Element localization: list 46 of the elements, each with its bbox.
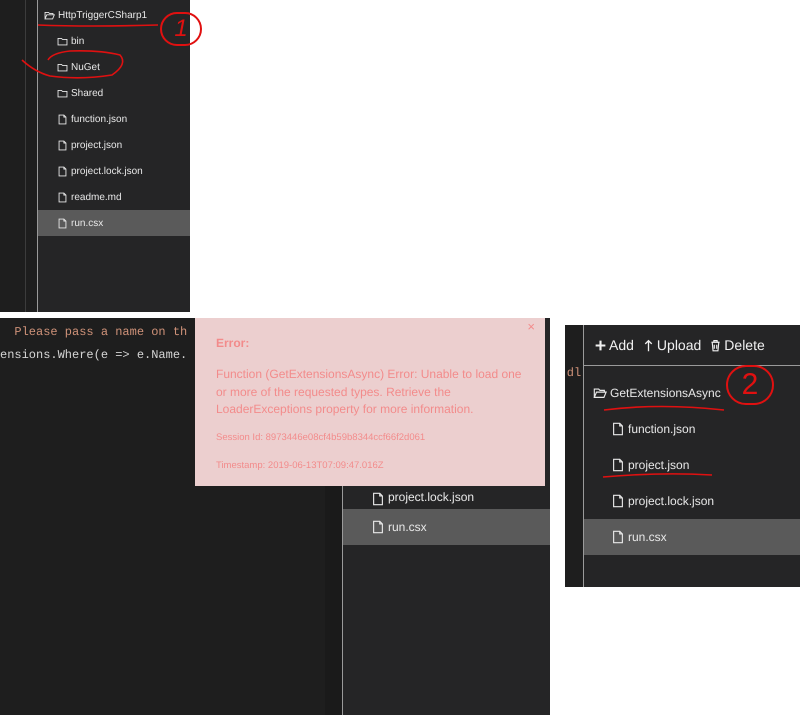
file-item[interactable]: function.json [38,106,132,132]
folder-icon [57,62,68,72]
session-id: Session Id: 8973446e08cf4b59b8344ccf66f2d061 [216,430,426,444]
file-icon [611,530,625,544]
open-folder-icon [593,386,607,400]
file-icon [371,492,385,506]
circled-number: 2 [726,365,774,405]
code-line: dl [566,365,582,382]
timestamp: Timestamp: 2019-06-13T07:09:47.016Z [216,458,385,473]
code-line: ensions.Where(e => e.Name. [0,347,188,364]
open-folder-icon [44,10,55,20]
toolbar-button[interactable]: Add [594,334,634,356]
file-item[interactable]: project.lock.json [584,483,718,519]
error-message: Function (GetExtensionsAsync) Error: Unable to load one or more of the requested types. Retrieve the LoaderExceptions property for more information. [216,366,522,418]
file-item[interactable]: project.json [584,447,694,483]
plus-icon [594,338,607,352]
toolbar-button[interactable]: Delete [709,334,765,356]
file-item[interactable]: run.csx [584,519,800,555]
file-icon [57,114,68,124]
folder-item[interactable]: GetExtensionsAsync [584,375,725,411]
file-item[interactable]: project.json [38,132,126,158]
file-icon [611,494,625,508]
code-line: Please pass a name on th [13,324,188,341]
folder-icon [57,36,68,46]
folder-item[interactable]: bin [38,28,88,54]
file-item[interactable]: run.csx [343,509,550,545]
trash-icon [709,338,722,352]
folder-item[interactable]: Shared [38,80,108,106]
file-item[interactable]: readme.md [38,184,126,210]
file-icon [57,166,68,176]
file-icon [611,458,625,472]
file-icon [57,218,68,228]
file-item[interactable]: project.lock.json [343,473,478,509]
toolbar-button[interactable]: Upload [642,334,702,356]
file-item[interactable]: run.csx [38,210,190,236]
folder-icon [57,88,68,98]
file-icon [57,140,68,150]
folder-item[interactable]: NuGet [38,54,104,80]
file-icon [371,520,385,534]
file-item[interactable]: project.lock.json [38,158,147,184]
folder-item[interactable]: HttpTriggerCSharp1 [38,2,152,28]
circled-number: 1 [160,12,202,46]
file-icon [57,192,68,202]
file-icon [611,422,625,436]
file-item[interactable]: function.json [584,411,700,447]
error-title: Error: [216,335,250,352]
